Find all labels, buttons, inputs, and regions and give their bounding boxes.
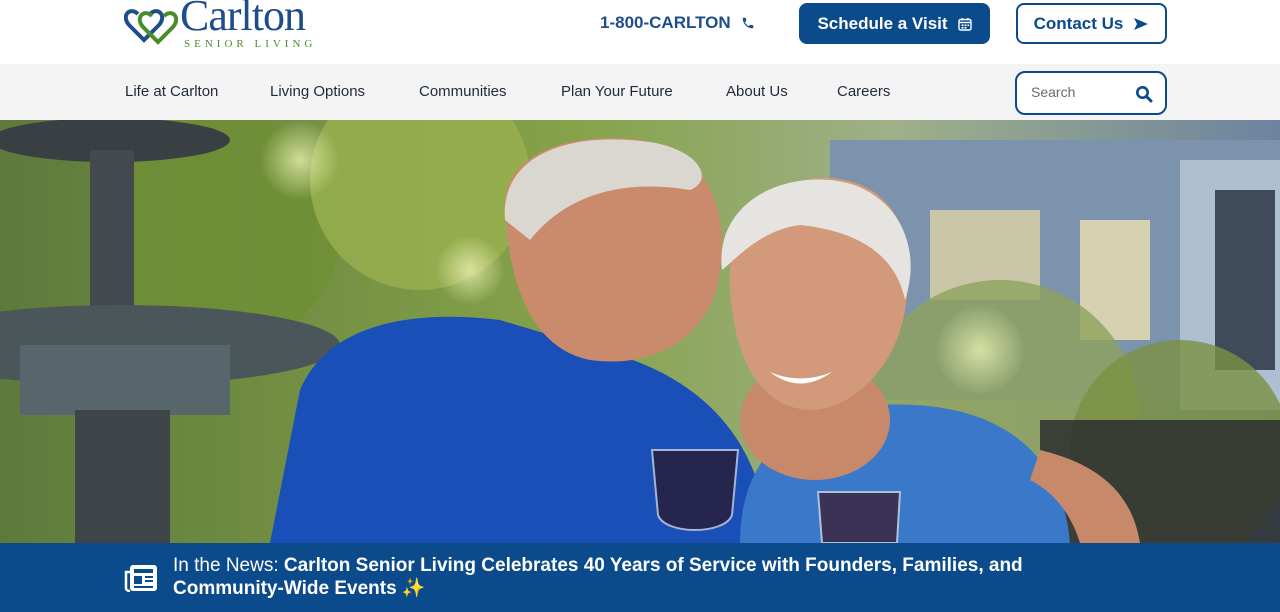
send-arrow-icon [1134, 17, 1149, 30]
news-text[interactable]: In the News: Carlton Senior Living Celeb… [173, 554, 1133, 600]
hero-photo-couple [0, 120, 1280, 543]
hearts-logo-icon [124, 9, 178, 45]
newspaper-icon [124, 565, 157, 592]
site-header: Carlton SENIOR LIVING 1-800-CARLTON Sche… [0, 0, 1280, 64]
contact-us-button[interactable]: Contact Us [1016, 3, 1167, 44]
logo-wordmark: Carlton [180, 0, 306, 40]
calendar-icon [957, 17, 972, 31]
contact-us-label: Contact Us [1033, 13, 1124, 33]
news-prefix: In the News: [173, 555, 279, 576]
nav-item-about-us[interactable]: About Us [726, 83, 788, 100]
nav-item-living-options[interactable]: Living Options [270, 83, 365, 100]
news-headline[interactable]: Carlton Senior Living Celebrates 40 Year… [173, 555, 1023, 599]
nav-item-plan-your-future[interactable]: Plan Your Future [561, 83, 673, 100]
phone-icon [742, 17, 753, 29]
search-icon[interactable] [1135, 85, 1153, 103]
main-navigation: Life at Carlton Living Options Communiti… [0, 64, 1280, 120]
nav-item-life-at-carlton[interactable]: Life at Carlton [125, 83, 218, 100]
schedule-visit-label: Schedule a Visit [817, 13, 948, 33]
carlton-logo[interactable]: Carlton SENIOR LIVING [124, 0, 314, 56]
search-input[interactable] [1029, 83, 1133, 101]
nav-item-careers[interactable]: Careers [837, 83, 890, 100]
logo-tagline: SENIOR LIVING [184, 38, 317, 50]
nav-item-communities[interactable]: Communities [419, 83, 507, 100]
schedule-visit-button[interactable]: Schedule a Visit [799, 3, 990, 44]
hero-image [0, 120, 1280, 543]
sparkles-emoji: ✨ [401, 578, 426, 599]
search-box[interactable] [1015, 71, 1167, 115]
news-banner[interactable]: In the News: Carlton Senior Living Celeb… [0, 543, 1280, 612]
phone-number: 1-800-CARLTON [600, 13, 731, 32]
phone-link[interactable]: 1-800-CARLTON [600, 13, 755, 33]
